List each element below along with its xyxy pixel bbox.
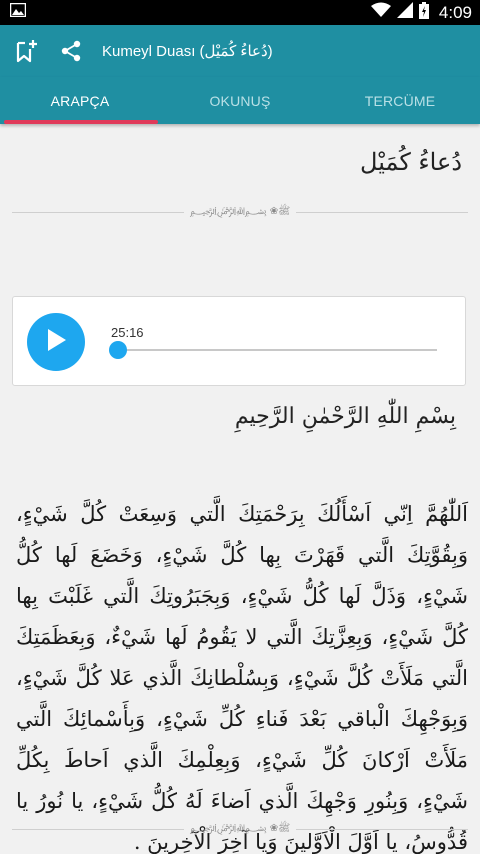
- divider-ornament: ﷺ❀ ﷽: [189, 205, 291, 217]
- divider-ornament-bottom: ﷺ❀ ﷽: [189, 822, 291, 834]
- battery-icon: [418, 1, 429, 24]
- status-time: 4:09: [438, 2, 472, 22]
- basmala: بِسْمِ اللّٰهِ الرَّحْمٰنِ الرَّحِيمِ: [234, 404, 456, 429]
- tab-tercume[interactable]: TERCÜME: [320, 77, 480, 124]
- signal-icon: [396, 2, 413, 23]
- wifi-icon: [370, 2, 391, 23]
- play-icon: [45, 328, 67, 356]
- tab-arapca[interactable]: ARAPÇA: [0, 77, 160, 124]
- tab-okunus[interactable]: OKUNUŞ: [160, 77, 320, 124]
- divider: ﷺ❀ ﷽: [12, 205, 468, 219]
- divider-bottom: ﷺ❀ ﷽: [12, 822, 468, 836]
- page-title: Kumeyl Duası (دُعاءُ كُمَيْل): [102, 43, 273, 60]
- bookmark-add-icon[interactable]: [14, 38, 40, 64]
- seek-thumb[interactable]: [108, 341, 127, 359]
- playback-time: 25:16: [111, 325, 144, 340]
- play-button[interactable]: [27, 313, 85, 371]
- share-icon[interactable]: [58, 38, 84, 64]
- seek-bar[interactable]: [108, 341, 437, 359]
- content-area[interactable]: دُعاءُ كُمَيْل ﷺ❀ ﷽ 25:16 بِسْمِ اللّٰهِ…: [0, 124, 480, 854]
- dua-text: اَللّٰهُمَّ اِنّي اَسْأَلُكَ بِرَحْمَتِك…: [16, 494, 468, 854]
- image-notification-icon: [9, 2, 27, 22]
- audio-player: 25:16: [12, 296, 466, 386]
- status-bar: 4:09: [0, 0, 480, 25]
- app-bar: Kumeyl Duası (دُعاءُ كُمَيْل): [0, 25, 480, 77]
- dua-paragraph: اَللّٰهُمَّ اِنّي اَسْأَلُكَ بِرَحْمَتِك…: [16, 502, 468, 854]
- dua-heading: دُعاءُ كُمَيْل: [360, 148, 462, 176]
- tab-bar: ARAPÇA OKUNUŞ TERCÜME: [0, 77, 480, 124]
